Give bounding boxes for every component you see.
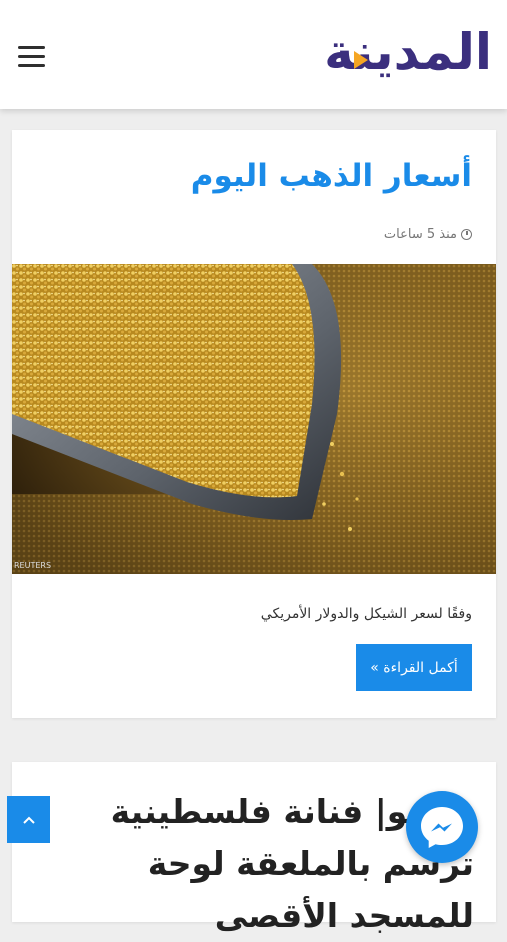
- site-logo[interactable]: المدينة: [306, 20, 493, 90]
- read-more-button[interactable]: أكمل القراءة »: [356, 644, 472, 691]
- hamburger-menu-icon[interactable]: [18, 44, 46, 68]
- messenger-chat-button[interactable]: [406, 791, 478, 863]
- post-excerpt: وفقًا لسعر الشيكل والدولار الأمريكي: [260, 606, 472, 622]
- image-watermark: REUTERS: [14, 561, 51, 570]
- post-card: أسعار الذهب اليوم منذ 5 ساعات REUTERS وف…: [12, 130, 496, 718]
- gold-image: REUTERS: [12, 264, 496, 574]
- post-title[interactable]: أسعار الذهب اليوم: [191, 158, 472, 194]
- scroll-to-top-button[interactable]: [7, 796, 50, 843]
- messenger-icon: [421, 807, 463, 848]
- play-icon: [354, 51, 368, 69]
- clock-icon: [461, 229, 472, 240]
- post-time: منذ 5 ساعات: [383, 227, 457, 242]
- site-header: المدينة: [0, 0, 507, 109]
- logo-text: المدينة: [324, 23, 493, 81]
- post-title[interactable]: فيديو| فنانة فلسطينية ترسم بالملعقة لوحة…: [14, 786, 474, 942]
- chevron-up-icon: [22, 816, 35, 824]
- post-image[interactable]: REUTERS: [12, 264, 496, 574]
- post-meta: منذ 5 ساعات: [384, 227, 472, 242]
